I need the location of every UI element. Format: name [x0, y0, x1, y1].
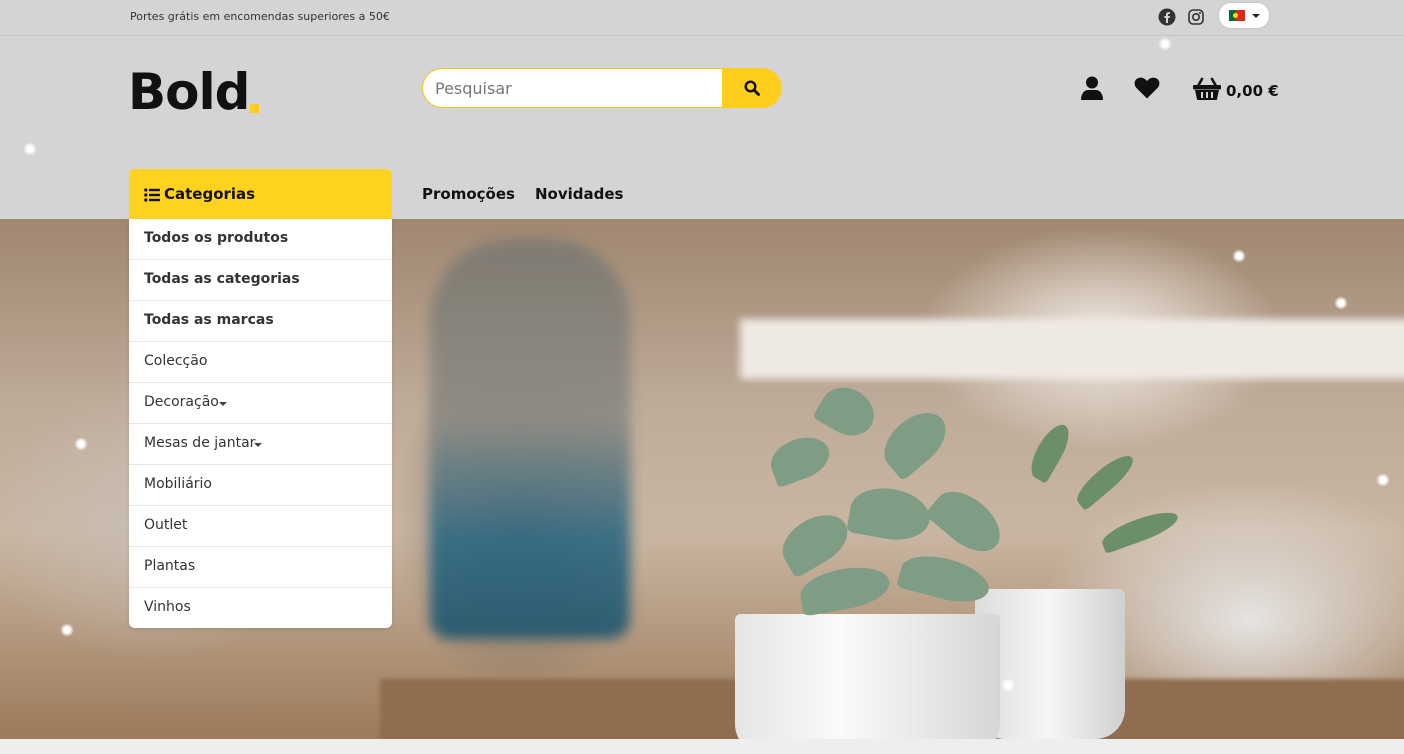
chevron-down-icon: [1252, 14, 1260, 18]
category-item[interactable]: Todos os produtos: [129, 219, 392, 260]
nav-link-promocoes[interactable]: Promoções: [422, 185, 515, 203]
sparkle-decoration: [1232, 249, 1246, 263]
instagram-icon[interactable]: [1187, 8, 1205, 26]
sparkle-decoration: [1001, 678, 1015, 692]
search-button[interactable]: [722, 68, 782, 108]
category-item[interactable]: Plantas: [129, 547, 392, 588]
user-account-icon[interactable]: [1081, 76, 1103, 104]
category-item[interactable]: Mobiliário: [129, 465, 392, 506]
sparkle-decoration: [1158, 37, 1172, 51]
category-item[interactable]: Todas as categorias: [129, 260, 392, 301]
portugal-flag-icon: [1229, 10, 1245, 21]
list-icon: [144, 187, 160, 206]
wishlist-heart-icon[interactable]: [1134, 77, 1160, 103]
category-item[interactable]: Vinhos: [129, 588, 392, 629]
sparkle-decoration: [1376, 473, 1390, 487]
nav-link-novidades[interactable]: Novidades: [535, 185, 623, 203]
cart-total[interactable]: 0,00 €: [1226, 82, 1279, 100]
category-item[interactable]: Todas as marcas: [129, 301, 392, 342]
top-bar: Portes grátis em encomendas superiores a…: [0, 0, 1404, 36]
site-logo[interactable]: Bold: [128, 64, 250, 120]
facebook-icon[interactable]: [1158, 8, 1176, 26]
category-item[interactable]: Decoração: [129, 383, 392, 424]
category-item[interactable]: Mesas de jantar: [129, 424, 392, 465]
category-item[interactable]: Colecção: [129, 342, 392, 383]
categories-button[interactable]: Categorias: [129, 169, 392, 219]
categories-dropdown: Todos os produtos Todas as categorias To…: [129, 219, 392, 628]
search-icon: [744, 80, 760, 96]
sparkle-decoration: [74, 437, 88, 451]
sparkle-decoration: [1334, 296, 1348, 310]
search-input[interactable]: [422, 68, 724, 108]
language-selector[interactable]: [1219, 3, 1269, 28]
caret-down-icon: [219, 402, 227, 406]
logo-dot: [250, 104, 259, 113]
caret-down-icon: [254, 443, 262, 447]
page-bottom-strip: [0, 739, 1404, 754]
cart-basket-icon[interactable]: [1193, 77, 1221, 105]
categories-label: Categorias: [164, 185, 256, 203]
sparkle-decoration: [60, 623, 74, 637]
search-bar: [422, 68, 782, 108]
sparkle-decoration: [23, 142, 37, 156]
category-item[interactable]: Outlet: [129, 506, 392, 547]
free-shipping-notice: Portes grátis em encomendas superiores a…: [130, 10, 390, 23]
